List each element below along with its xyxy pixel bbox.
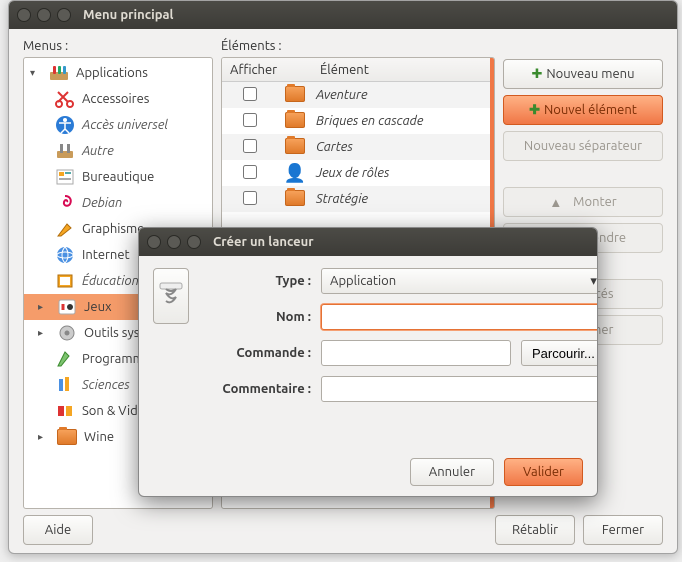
- expand-icon[interactable]: ▾: [30, 67, 42, 79]
- cancel-button[interactable]: Annuler: [410, 458, 494, 486]
- col-item[interactable]: Élément: [312, 63, 377, 77]
- tree-item-bureautique[interactable]: Bureautique: [24, 164, 212, 190]
- debian-icon: [54, 192, 76, 214]
- show-checkbox[interactable]: [243, 87, 257, 101]
- type-select[interactable]: Application ▾: [321, 268, 598, 294]
- help-button[interactable]: Aide: [23, 515, 93, 545]
- name-input[interactable]: [321, 304, 598, 330]
- dialog-title: Créer un lanceur: [213, 235, 314, 249]
- table-row[interactable]: Aventure: [222, 82, 494, 108]
- move-up-button[interactable]: ▲ Monter: [503, 187, 663, 217]
- new-item-button[interactable]: ✚Nouvel élément: [503, 95, 663, 125]
- media-icon: [54, 400, 76, 422]
- spring-icon: [154, 279, 188, 313]
- command-input[interactable]: [321, 340, 511, 366]
- minimize-icon[interactable]: [37, 8, 51, 22]
- tree-item-autre[interactable]: Autre: [24, 138, 212, 164]
- tree-item-accessoires[interactable]: Accessoires: [24, 86, 212, 112]
- scissors-icon: [54, 88, 76, 110]
- close-button[interactable]: Fermer: [583, 515, 663, 545]
- maximize-icon[interactable]: [187, 235, 201, 249]
- validate-button[interactable]: Valider: [504, 458, 583, 486]
- other-icon: [54, 140, 76, 162]
- maximize-icon[interactable]: [57, 8, 71, 22]
- accessibility-icon: [54, 114, 76, 136]
- show-checkbox[interactable]: [243, 165, 257, 179]
- expand-icon[interactable]: ▸: [38, 301, 50, 313]
- folder-icon: [285, 138, 305, 154]
- close-icon[interactable]: [17, 8, 31, 22]
- globe-icon: [54, 244, 76, 266]
- education-icon: [54, 270, 76, 292]
- main-titlebar: Menu principal: [9, 1, 677, 29]
- show-checkbox[interactable]: [243, 191, 257, 205]
- table-row[interactable]: 👤 Jeux de rôles: [222, 160, 494, 186]
- folder-icon: [285, 112, 305, 128]
- restore-button[interactable]: Rétablir: [495, 515, 575, 545]
- office-icon: [54, 166, 76, 188]
- new-separator-button[interactable]: Nouveau séparateur: [503, 131, 663, 161]
- table-body: Aventure Briques en cascade Cartes: [222, 82, 494, 212]
- show-checkbox[interactable]: [243, 139, 257, 153]
- col-show[interactable]: Afficher: [222, 63, 278, 77]
- table-row[interactable]: Briques en cascade: [222, 108, 494, 134]
- up-icon: ▲: [549, 195, 562, 210]
- type-label: Type :: [203, 274, 311, 288]
- comment-label: Commentaire :: [203, 382, 311, 396]
- table-row[interactable]: Stratégie: [222, 186, 494, 212]
- chevron-down-icon: ▾: [590, 274, 597, 289]
- minimize-icon[interactable]: [167, 235, 181, 249]
- gear-icon: [56, 322, 78, 344]
- command-label: Commande :: [203, 346, 311, 360]
- launcher-icon-button[interactable]: [153, 268, 189, 324]
- folder-icon: [56, 426, 78, 448]
- games-icon: [56, 296, 78, 318]
- person-icon: 👤: [284, 163, 306, 183]
- show-checkbox[interactable]: [243, 113, 257, 127]
- window-title: Menu principal: [83, 8, 173, 22]
- tree-root[interactable]: ▾ Applications: [24, 60, 212, 86]
- tree-root-label: Applications: [76, 66, 148, 80]
- name-label: Nom :: [203, 310, 311, 324]
- create-launcher-dialog: Créer un lanceur Type : Application ▾ No…: [138, 227, 598, 497]
- comment-input[interactable]: [321, 376, 598, 402]
- graphics-icon: [54, 218, 76, 240]
- dialog-titlebar: Créer un lanceur: [139, 228, 597, 256]
- new-menu-button[interactable]: ✚Nouveau menu: [503, 59, 663, 89]
- folder-icon: [285, 190, 305, 206]
- table-row[interactable]: Cartes: [222, 134, 494, 160]
- menus-label: Menus :: [23, 39, 213, 53]
- dev-icon: [54, 348, 76, 370]
- expand-icon[interactable]: ▸: [38, 327, 50, 339]
- tree-item-access[interactable]: Accès universel: [24, 112, 212, 138]
- close-icon[interactable]: [147, 235, 161, 249]
- folder-icon: [285, 86, 305, 102]
- science-icon: [54, 374, 76, 396]
- expand-icon[interactable]: ▸: [38, 431, 50, 443]
- tree-item-debian[interactable]: Debian: [24, 190, 212, 216]
- elements-label: Éléments :: [221, 39, 495, 53]
- browse-button[interactable]: Parcourir...: [521, 340, 598, 366]
- applications-icon: [48, 62, 70, 84]
